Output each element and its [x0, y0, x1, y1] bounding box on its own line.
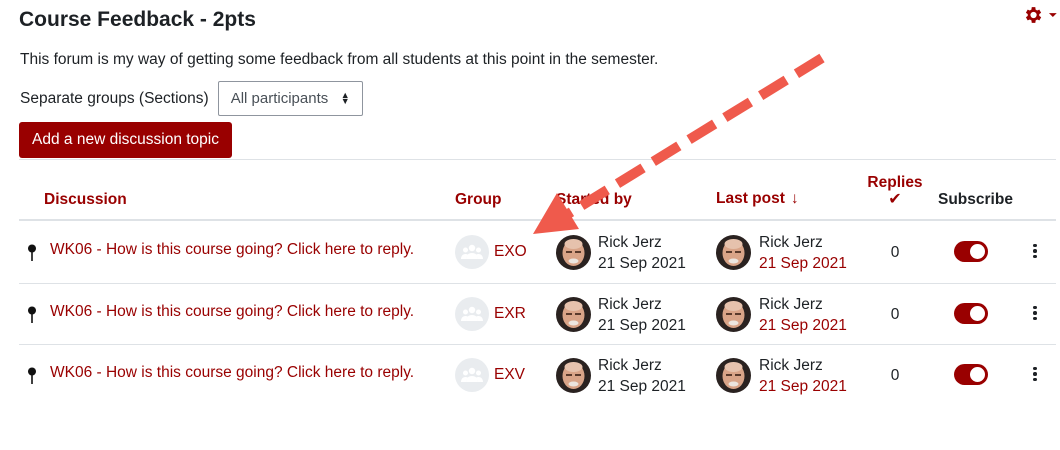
divider	[19, 159, 1056, 160]
group-icon	[455, 235, 489, 269]
toggle-knob	[970, 244, 985, 259]
last-post-date[interactable]: 21 Sep 2021	[759, 378, 847, 396]
group-select[interactable]: All participants ▲ ▼	[217, 81, 363, 116]
avatar[interactable]	[556, 297, 591, 332]
pin-icon	[28, 306, 36, 323]
toggle-knob	[970, 367, 985, 382]
avatar[interactable]	[556, 235, 591, 270]
toggle-knob	[970, 306, 985, 321]
group-icon	[455, 358, 489, 392]
last-post-name[interactable]: Rick Jerz	[759, 357, 823, 375]
settings-menu[interactable]	[1022, 4, 1058, 26]
header-replies[interactable]: Replies ✔	[866, 174, 924, 208]
pin-icon	[28, 244, 36, 261]
forum-intro: This forum is my way of getting some fee…	[20, 51, 659, 68]
replies-count: 0	[890, 306, 900, 323]
subscribe-toggle[interactable]	[954, 364, 988, 385]
last-post-name[interactable]: Rick Jerz	[759, 296, 823, 314]
header-discussion[interactable]: Discussion	[44, 191, 127, 209]
replies-count: 0	[890, 244, 900, 261]
chevron-down-icon[interactable]	[1048, 11, 1058, 19]
avatar[interactable]	[716, 235, 751, 270]
replies-count: 0	[890, 367, 900, 384]
select-caret-icon: ▲ ▼	[340, 90, 350, 106]
page-title: Course Feedback - 2pts	[19, 8, 256, 31]
table-row: WK06 - How is this course going? Click h…	[19, 283, 1056, 344]
group-link[interactable]: EXR	[494, 305, 526, 323]
gear-icon[interactable]	[1022, 4, 1043, 26]
group-icon	[455, 297, 489, 331]
started-by-name[interactable]: Rick Jerz	[598, 296, 662, 314]
last-post-name[interactable]: Rick Jerz	[759, 234, 823, 252]
header-group[interactable]: Group	[455, 191, 502, 209]
more-options-icon[interactable]	[1031, 241, 1039, 261]
discussion-link[interactable]: WK06 - How is this course going? Click h…	[50, 364, 414, 382]
started-by-name[interactable]: Rick Jerz	[598, 357, 662, 375]
avatar[interactable]	[556, 358, 591, 393]
avatar[interactable]	[716, 297, 751, 332]
pin-icon	[28, 367, 36, 384]
arrow-down-icon: ↓	[790, 190, 799, 207]
table-row: WK06 - How is this course going? Click h…	[19, 221, 1056, 282]
group-selector-label: Separate groups (Sections)	[20, 89, 209, 107]
group-select-value: All participants	[230, 90, 329, 107]
checkmark-icon: ✔	[888, 191, 902, 208]
more-options-icon[interactable]	[1031, 364, 1039, 384]
table-row: WK06 - How is this course going? Click h…	[19, 344, 1056, 405]
avatar[interactable]	[716, 358, 751, 393]
group-link[interactable]: EXO	[494, 243, 527, 261]
last-post-date[interactable]: 21 Sep 2021	[759, 317, 847, 335]
subscribe-toggle[interactable]	[954, 241, 988, 262]
header-started-by[interactable]: Started by	[556, 191, 632, 209]
add-discussion-button[interactable]: Add a new discussion topic	[19, 122, 232, 158]
subscribe-toggle[interactable]	[954, 303, 988, 324]
discussion-link[interactable]: WK06 - How is this course going? Click h…	[50, 241, 414, 259]
header-last-post[interactable]: Last post ↓	[716, 190, 799, 208]
discussion-link[interactable]: WK06 - How is this course going? Click h…	[50, 303, 414, 321]
more-options-icon[interactable]	[1031, 303, 1039, 323]
group-selector: Separate groups (Sections) All participa…	[20, 81, 363, 116]
started-date: 21 Sep 2021	[598, 255, 686, 272]
group-link[interactable]: EXV	[494, 366, 525, 384]
header-subscribe: Subscribe	[938, 191, 1013, 208]
started-by-name[interactable]: Rick Jerz	[598, 234, 662, 252]
last-post-date[interactable]: 21 Sep 2021	[759, 255, 847, 273]
started-date: 21 Sep 2021	[598, 317, 686, 334]
started-date: 21 Sep 2021	[598, 378, 686, 395]
